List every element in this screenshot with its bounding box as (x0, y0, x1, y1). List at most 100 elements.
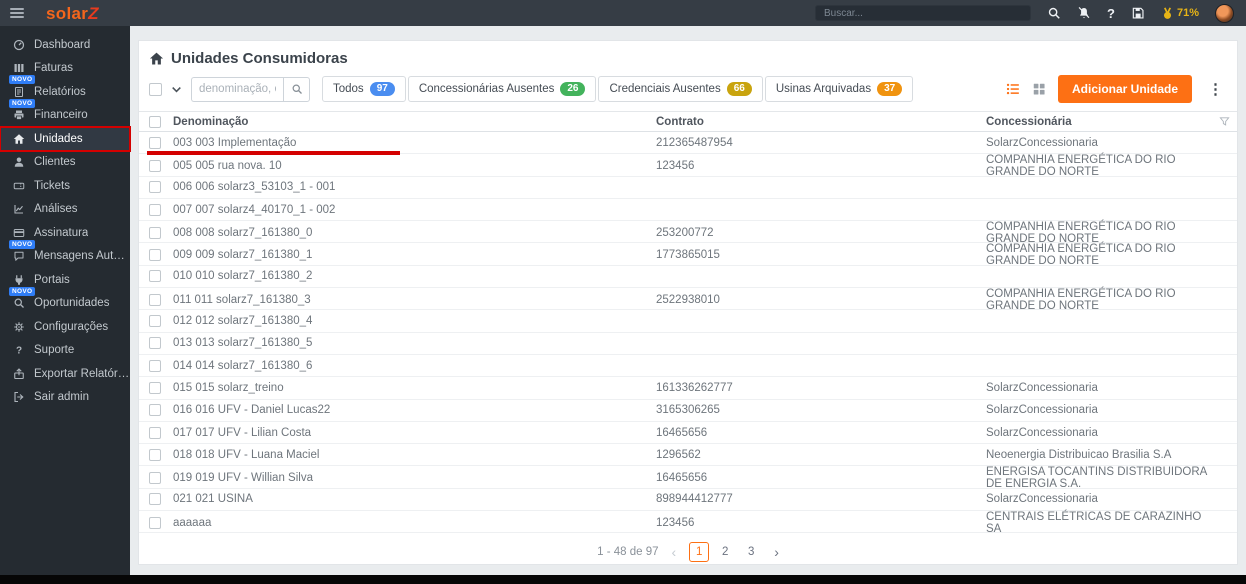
table-row[interactable]: 019 019 UFV - Willian Silva 16465656 ENE… (139, 466, 1237, 491)
window-bottom-edge (0, 575, 1246, 584)
clients-icon (13, 156, 25, 168)
table-row[interactable]: 008 008 solarz7_161380_0 253200772 COMPA… (139, 221, 1237, 245)
row-checkbox[interactable] (149, 136, 161, 149)
row-checkbox[interactable] (149, 203, 161, 216)
sidebar-item-suporte[interactable]: Suporte (0, 339, 130, 363)
grid-view-icon[interactable] (1032, 82, 1046, 96)
cell-denominacao: 011 011 solarz7_161380_3 (173, 294, 311, 307)
global-search-input[interactable] (815, 5, 1032, 21)
help-icon[interactable]: ? (1107, 7, 1115, 20)
page-3[interactable]: 3 (741, 542, 761, 562)
filter-tab[interactable]: Credenciais Ausentes 66 (598, 76, 763, 102)
row-checkbox[interactable] (149, 404, 161, 417)
table-row[interactable]: 011 011 solarz7_161380_3 2522938010 COMP… (139, 288, 1237, 312)
plug-icon (13, 274, 25, 286)
row-checkbox[interactable] (149, 517, 161, 530)
notifications-muted-icon[interactable] (1077, 6, 1091, 20)
table-row[interactable]: 012 012 solarz7_161380_4 (139, 310, 1237, 333)
filter-tab[interactable]: Todos 97 (322, 76, 406, 102)
table-row[interactable]: 010 010 solarz7_161380_2 (139, 265, 1237, 289)
chevron-down-icon[interactable] (170, 83, 183, 96)
row-checkbox[interactable] (149, 359, 161, 372)
table-row[interactable]: 006 006 solarz3_53103_1 - 001 (139, 176, 1237, 199)
sidebar-item-unidades[interactable]: Unidades (0, 126, 131, 152)
cell-concessionaria: SolarzConcessionaria (986, 493, 1098, 506)
list-view-icon[interactable] (1006, 82, 1020, 96)
cell-concessionaria: COMPANHIA ENERGÉTICA DO RIO GRANDE DO NO… (986, 154, 1176, 179)
select-all-checkbox[interactable] (149, 82, 162, 96)
column-header-denominacao[interactable]: Denominação (173, 116, 656, 128)
sidebar-item-an-lises[interactable]: Análises (0, 198, 130, 222)
row-checkbox[interactable] (149, 381, 161, 394)
cell-concessionaria: CENTRAIS ELÉTRICAS DE CARAZINHO SA (986, 511, 1202, 536)
table-search-button[interactable] (283, 76, 310, 102)
sidebar-item-tickets[interactable]: Tickets (0, 174, 130, 198)
cell-concessionaria: ENERGISA TOCANTINS DISTRIBUIDORA DE ENER… (986, 466, 1207, 491)
row-checkbox[interactable] (149, 315, 161, 328)
cell-denominacao: 009 009 solarz7_161380_1 (173, 249, 313, 262)
sidebar-item-label: Clientes (34, 156, 76, 169)
page-1[interactable]: 1 (689, 542, 710, 563)
cell-denominacao: 005 005 rua nova. 10 (173, 160, 282, 173)
row-checkbox[interactable] (149, 426, 161, 439)
novo-badge: NOVO (9, 75, 36, 84)
page-2[interactable]: 2 (715, 542, 735, 562)
sidebar-item-dashboard[interactable]: Dashboard (0, 33, 130, 57)
sidebar-item-sair-admin[interactable]: Sair admin (0, 386, 130, 410)
sidebar-item-clientes[interactable]: Clientes (0, 151, 130, 175)
filter-tab[interactable]: Usinas Arquivadas 37 (764, 76, 914, 102)
search-icon (291, 83, 303, 95)
cell-concessionaria: SolarzConcessionaria (986, 136, 1098, 149)
table-row[interactable]: 014 014 solarz7_161380_6 (139, 354, 1237, 378)
user-avatar[interactable] (1215, 3, 1234, 23)
cell-denominacao: 021 021 USINA (173, 493, 253, 506)
sidebar-item-financeiro[interactable]: NOVO Financeiro (0, 98, 130, 128)
row-checkbox[interactable] (149, 227, 161, 240)
row-checkbox[interactable] (149, 160, 161, 173)
table-row[interactable]: 017 017 UFV - Lilian Costa 16465656 Sola… (139, 421, 1237, 445)
sidebar-item-mensagens-autom-t[interactable]: NOVO Mensagens Automát... (0, 239, 130, 269)
add-unit-button[interactable]: Adicionar Unidade (1057, 75, 1192, 103)
row-checkbox[interactable] (149, 472, 161, 485)
table-row[interactable]: aaaaaa 123456 CENTRAIS ELÉTRICAS DE CARA… (139, 511, 1237, 536)
gamification-score[interactable]: 71% (1161, 7, 1199, 20)
row-checkbox[interactable] (149, 181, 161, 194)
row-checkbox[interactable] (149, 249, 161, 262)
row-checkbox[interactable] (149, 270, 161, 283)
table-row[interactable]: 009 009 solarz7_161380_1 1773865015 COMP… (139, 243, 1237, 267)
filter-icon[interactable] (1219, 116, 1230, 127)
header-checkbox[interactable] (149, 115, 161, 128)
table-row[interactable]: 003 003 Implementação 212365487954 Solar… (139, 132, 1237, 156)
cell-contrato: 123456 (656, 517, 695, 530)
save-icon[interactable] (1131, 6, 1145, 20)
app-logo[interactable]: solarZ (46, 5, 99, 22)
table-row[interactable]: 016 016 UFV - Daniel Lucas22 3165306265 … (139, 399, 1237, 422)
count-badge: 97 (369, 82, 395, 96)
table-row[interactable]: 005 005 rua nova. 10 123456 COMPANHIA EN… (139, 154, 1237, 179)
menu-toggle-icon[interactable] (10, 6, 24, 20)
next-page-icon[interactable]: › (774, 545, 779, 559)
table-search-input[interactable] (191, 76, 283, 102)
row-checkbox[interactable] (149, 493, 161, 506)
search-icon[interactable] (1047, 6, 1061, 20)
table-row[interactable]: 018 018 UFV - Luana Maciel 1296562 Neoen… (139, 444, 1237, 467)
sidebar-item-configura-es[interactable]: Configurações (0, 315, 130, 339)
row-checkbox[interactable] (149, 337, 161, 350)
table-row[interactable]: 007 007 solarz4_40170_1 - 002 (139, 198, 1237, 222)
sidebar-item-oportunidades[interactable]: NOVO Oportunidades (0, 286, 130, 316)
filter-tab[interactable]: Concessionárias Ausentes 26 (407, 76, 597, 102)
topbar: solarZ ? 71% (0, 0, 1246, 26)
row-checkbox[interactable] (149, 294, 161, 307)
sidebar-item-exportar-relat-rios[interactable]: Exportar Relatórios (0, 362, 130, 386)
cell-concessionaria: SolarzConcessionaria (986, 426, 1098, 439)
table-row[interactable]: 013 013 solarz7_161380_5 (139, 332, 1237, 355)
kebab-menu-icon[interactable]: ⋮ (1204, 82, 1227, 97)
column-header-contrato[interactable]: Contrato (656, 116, 986, 128)
table-row[interactable]: 021 021 USINA 898944412777 SolarzConcess… (139, 488, 1237, 512)
row-checkbox[interactable] (149, 448, 161, 461)
cell-denominacao: 010 010 solarz7_161380_2 (173, 270, 313, 283)
cell-contrato: 898944412777 (656, 493, 733, 506)
column-header-concessionaria[interactable]: Concessionária (986, 116, 1211, 128)
table-row[interactable]: 015 015 solarz_treino 161336262777 Solar… (139, 377, 1237, 400)
prev-page-icon[interactable]: ‹ (672, 545, 677, 559)
